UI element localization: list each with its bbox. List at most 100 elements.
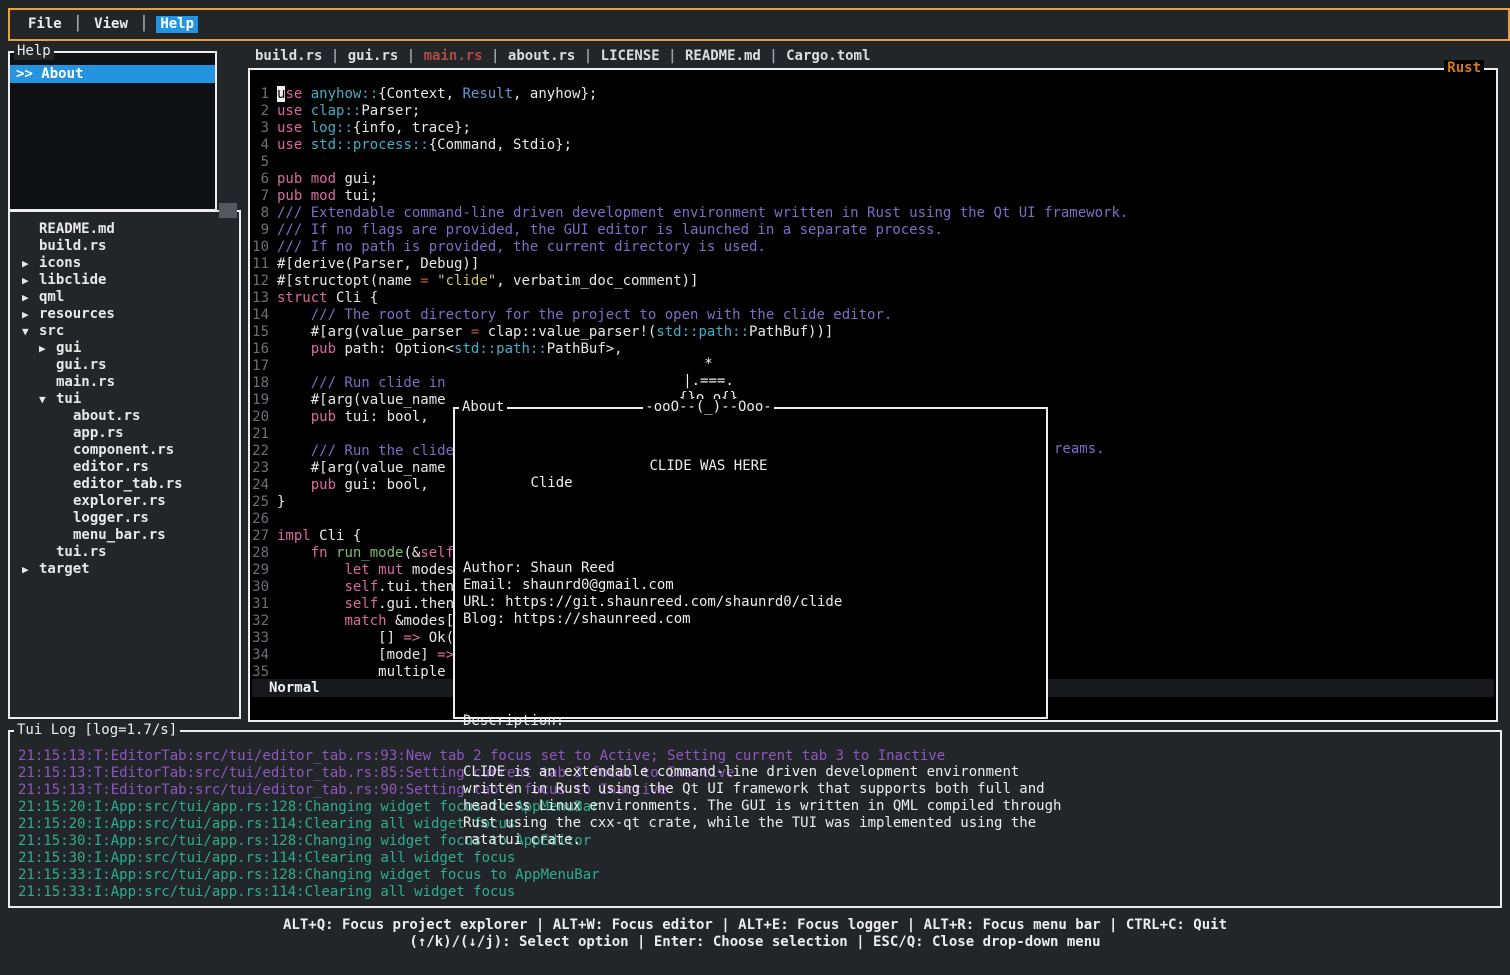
tree-item-build-rs[interactable]: build.rs (12, 238, 237, 255)
tree-item-component-rs[interactable]: component.rs (12, 442, 237, 459)
tree-item-icons[interactable]: ▶icons (12, 255, 237, 272)
tree-indent (56, 510, 73, 527)
about-field: URL: https://git.shaunreed.com/shaunrd0/… (457, 594, 1044, 611)
project-explorer[interactable]: README.md build.rs▶icons▶libclide▶qml▶re… (8, 210, 241, 719)
tab-gui-rs[interactable]: gui.rs (348, 48, 399, 64)
code-line-28[interactable]: 28 fn run_mode(&self) (252, 545, 462, 562)
tree-item-target[interactable]: ▶target (12, 561, 237, 578)
tree-item-label: gui (56, 340, 81, 356)
code-text: /// Extendable command-line driven devel… (277, 205, 1128, 222)
code-line-34[interactable]: 34 [mode] => (252, 647, 454, 664)
folder-expand-icon: ▶ (22, 272, 39, 289)
dropdown-item-about[interactable]: >> About (10, 65, 215, 83)
menu-item-file[interactable]: File (24, 16, 66, 33)
tree-item-label: component.rs (73, 442, 174, 458)
line-number: 13 (252, 290, 269, 307)
menu-bar[interactable]: File│View│Help (8, 8, 1510, 41)
tree-item-main-rs[interactable]: main.rs (12, 374, 237, 391)
tab-main-rs[interactable]: main.rs (424, 48, 483, 64)
tree-indent (56, 527, 73, 544)
line-number: 3 (252, 120, 269, 137)
tree-item-menu-bar-rs[interactable]: menu_bar.rs (12, 527, 237, 544)
code-line-7[interactable]: 7pub mod tui; (252, 188, 378, 205)
tree-indent (56, 493, 73, 510)
code-line-32[interactable]: 32 match &modes[. (252, 613, 462, 630)
tree-item-editor-rs[interactable]: editor.rs (12, 459, 237, 476)
tree-item-src[interactable]: ▼src (12, 323, 237, 340)
code-line-27[interactable]: 27impl Cli { (252, 528, 361, 545)
code-line-3[interactable]: 3use log::{info, trace}; (252, 120, 471, 137)
code-text: /// If no path is provided, the current … (277, 239, 766, 256)
line-number: 6 (252, 171, 269, 188)
tab-license[interactable]: LICENSE (601, 48, 660, 64)
code-line-6[interactable]: 6pub mod gui; (252, 171, 378, 188)
tree-item-logger-rs[interactable]: logger.rs (12, 510, 237, 527)
tree-item-label: resources (39, 306, 115, 322)
tree-item-readme-md[interactable]: README.md (12, 221, 237, 238)
code-line-12[interactable]: 12#[structopt(name = "clide", verbatim_d… (252, 273, 698, 290)
tree-item-about-rs[interactable]: about.rs (12, 408, 237, 425)
code-line-10[interactable]: 10/// If no path is provided, the curren… (252, 239, 766, 256)
tree-item-gui-rs[interactable]: gui.rs (12, 357, 237, 374)
line-number: 11 (252, 256, 269, 273)
code-line-13[interactable]: 13struct Cli { (252, 290, 378, 307)
help-dropdown-items: >> About (10, 65, 215, 83)
keybinding-hints: ALT+Q: Focus project explorer | ALT+W: F… (0, 917, 1510, 951)
tree-item-qml[interactable]: ▶qml (12, 289, 237, 306)
code-line-9[interactable]: 9/// If no flags are provided, the GUI e… (252, 222, 943, 239)
code-line-2[interactable]: 2use clap::Parser; (252, 103, 420, 120)
code-line-24[interactable]: 24 pub gui: bool, (252, 477, 429, 494)
tree-item-app-rs[interactable]: app.rs (12, 425, 237, 442)
code-line-14[interactable]: 14 /// The root directory for the projec… (252, 307, 892, 324)
line-number: 34 (252, 647, 269, 664)
code-line-5[interactable]: 5 (252, 154, 277, 171)
menu-item-help[interactable]: Help (156, 16, 198, 33)
code-line-17[interactable]: 17 (252, 358, 277, 375)
line-number: 14 (252, 307, 269, 324)
tree-item-label: src (39, 323, 64, 339)
tree-item-tui-rs[interactable]: tui.rs (12, 544, 237, 561)
tree-item-explorer-rs[interactable]: explorer.rs (12, 493, 237, 510)
line-number: 2 (252, 103, 269, 120)
tree-item-label: about.rs (73, 408, 140, 424)
line-number: 28 (252, 545, 269, 562)
tree-item-resources[interactable]: ▶resources (12, 306, 237, 323)
tree-item-libclide[interactable]: ▶libclide (12, 272, 237, 289)
code-line-4[interactable]: 4use std::process::{Command, Stdio}; (252, 137, 572, 154)
tree-indent (56, 459, 73, 476)
code-text: pub gui: bool, (277, 477, 429, 494)
tree-indent (39, 544, 56, 561)
code-text: [mode] => (277, 647, 454, 664)
explorer-scrollbar-thumb[interactable] (219, 203, 237, 218)
code-line-29[interactable]: 29 let mut modes (252, 562, 454, 579)
help-dropdown-menu[interactable]: Help >> About (8, 51, 217, 211)
tab-about-rs[interactable]: about.rs (508, 48, 575, 64)
code-line-11[interactable]: 11#[derive(Parser, Debug)] (252, 256, 479, 273)
tab-cargo-toml[interactable]: Cargo.toml (786, 48, 870, 64)
code-line-1[interactable]: 1use anyhow::{Context, Result, anyhow}; (252, 86, 597, 103)
code-line-20[interactable]: 20 pub tui: bool, (252, 409, 429, 426)
code-text: [] => Ok(R (277, 630, 462, 647)
tab-separator: | (483, 48, 508, 64)
tree-item-gui[interactable]: ▶gui (12, 340, 237, 357)
line-number: 33 (252, 630, 269, 647)
code-text: use std::process::{Command, Stdio}; (277, 137, 572, 154)
code-line-30[interactable]: 30 self.tui.then( (252, 579, 462, 596)
code-line-31[interactable]: 31 self.gui.then( (252, 596, 462, 613)
ascii-art-line: |.===. (411, 373, 1006, 390)
tree-item-editor-tab-rs[interactable]: editor_tab.rs (12, 476, 237, 493)
tab-build-rs[interactable]: build.rs (255, 48, 322, 64)
menu-item-view[interactable]: View (90, 16, 132, 33)
code-line-33[interactable]: 33 [] => Ok(R (252, 630, 462, 647)
tab-readme-md[interactable]: README.md (685, 48, 761, 64)
app-motto: CLIDE WAS HERE (415, 458, 1002, 475)
folder-expand-icon: ▶ (22, 306, 39, 323)
tree-item-tui[interactable]: ▼tui (12, 391, 237, 408)
editor-tabs: build.rs | gui.rs | main.rs | about.rs |… (255, 48, 870, 65)
code-line-8[interactable]: 8/// Extendable command-line driven deve… (252, 205, 1128, 222)
code-line-25[interactable]: 25} (252, 494, 285, 511)
code-line-15[interactable]: 15 #[arg(value_parser = clap::value_pars… (252, 324, 833, 341)
tree-item-label: gui.rs (56, 357, 107, 373)
code-line-21[interactable]: 21 (252, 426, 277, 443)
code-line-26[interactable]: 26 (252, 511, 277, 528)
